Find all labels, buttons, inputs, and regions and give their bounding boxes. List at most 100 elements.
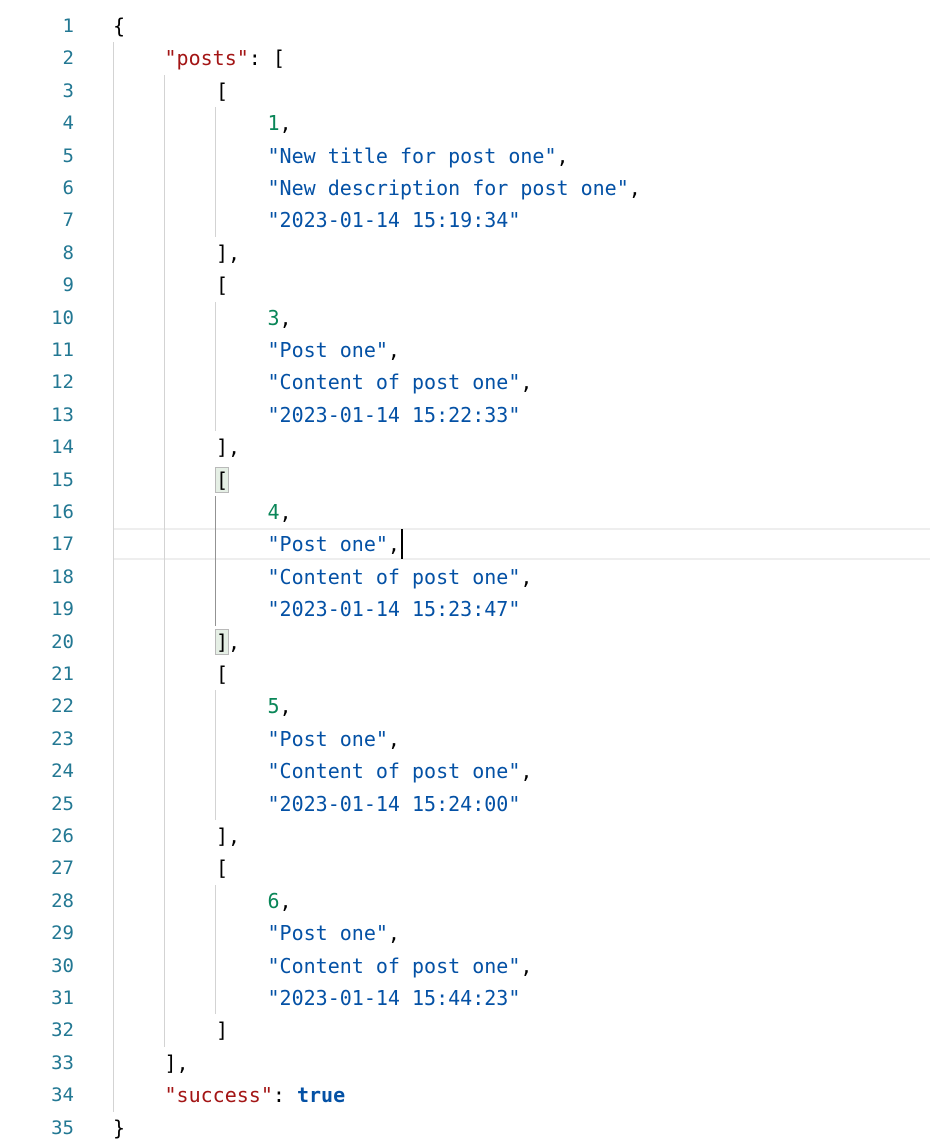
punctuation: ], — [216, 240, 241, 265]
line-number: 5 — [62, 144, 74, 167]
line-number: 33 — [51, 1051, 74, 1074]
line-code: ] — [216, 1014, 228, 1046]
line-code: "success": true — [165, 1079, 346, 1111]
code-line[interactable]: 10 3, — [0, 302, 930, 334]
line-number: 15 — [51, 468, 74, 491]
json-key: "success" — [164, 1083, 273, 1108]
line-code: "New description for post one", — [268, 172, 641, 204]
line-code: "Post one", — [268, 723, 400, 755]
punctuation: ], — [164, 1050, 189, 1075]
matched-bracket: [ — [214, 466, 230, 493]
indent-guide — [215, 496, 216, 626]
code-line[interactable]: 2 "posts": [ — [0, 42, 930, 74]
code-line[interactable]: 23 "Post one", — [0, 723, 930, 755]
code-line[interactable]: 26], — [0, 820, 930, 852]
line-code: [ — [214, 464, 230, 496]
line-number: 6 — [62, 177, 74, 199]
line-code: 6, — [268, 885, 292, 917]
punctuation: , — [520, 564, 533, 589]
punctuation: ], — [216, 435, 241, 460]
code-line[interactable]: 25 "2023-01-14 15:24:00" — [0, 788, 930, 820]
line-code: 5, — [268, 690, 292, 722]
code-line[interactable]: 11 "Post one", — [0, 334, 930, 366]
line-code: [ — [216, 852, 228, 884]
line-number: 14 — [51, 436, 74, 459]
number-value: 6 — [267, 888, 280, 913]
line-code: 3, — [268, 302, 292, 334]
code-line[interactable]: 33], — [0, 1047, 930, 1079]
punctuation: , — [520, 953, 533, 978]
line-code: "Post one", — [268, 528, 400, 560]
code-editor[interactable]: 1{2 "posts": [3[4 1, 5 "New title for post o… — [0, 0, 930, 1148]
code-line[interactable]: 6 "New description for post one", — [0, 172, 930, 204]
line-number: 26 — [51, 825, 74, 847]
line-code: } — [113, 1112, 125, 1144]
line-number: 27 — [51, 857, 74, 880]
line-number: 28 — [51, 889, 74, 912]
line-number: 32 — [51, 1019, 74, 1042]
line-code: ], — [214, 626, 240, 658]
code-line[interactable]: 31 "2023-01-14 15:44:23" — [0, 982, 930, 1014]
line-code: "Post one", — [268, 917, 400, 949]
line-number: 31 — [51, 987, 74, 1009]
line-number: 3 — [62, 79, 74, 102]
line-number: 24 — [51, 760, 74, 783]
number-value: 5 — [267, 694, 280, 719]
line-code: [ — [216, 269, 228, 301]
line-number: 35 — [51, 1116, 74, 1139]
line-number: 8 — [62, 241, 74, 264]
punctuation: : — [272, 1083, 297, 1108]
code-line[interactable]: 21 [ — [0, 658, 930, 690]
code-line[interactable]: 8], — [0, 237, 930, 269]
code-line[interactable]: 14], — [0, 431, 930, 463]
string-value: "2023-01-14 15:24:00" — [267, 791, 521, 816]
line-code: ], — [216, 237, 240, 269]
punctuation: , — [279, 111, 292, 136]
string-value: "Post one" — [267, 726, 388, 751]
code-line[interactable]: 34 "success": true — [0, 1079, 930, 1111]
indent-guide — [215, 690, 216, 820]
code-line[interactable]: 17 "Post one", — [0, 528, 930, 561]
line-number: 17 — [51, 533, 74, 556]
line-code: "Content of post one", — [268, 950, 533, 982]
code-line[interactable]: 18 "Content of post one", — [0, 561, 930, 593]
code-line[interactable]: 15 [ — [0, 464, 930, 496]
code-line[interactable]: 28 6, — [0, 885, 930, 917]
line-code: 1, — [268, 107, 292, 139]
indent-guide — [215, 301, 216, 432]
code-line[interactable]: 13 "2023-01-14 15:22:33" — [0, 399, 930, 431]
code-line[interactable]: 30 "Content of post one", — [0, 950, 930, 982]
code-line[interactable]: 24 "Content of post one", — [0, 755, 930, 787]
string-value: "2023-01-14 15:22:33" — [267, 402, 521, 427]
string-value: "New description for post one" — [267, 176, 629, 200]
line-number: 10 — [51, 306, 74, 329]
code-line[interactable]: 19 "2023-01-14 15:23:47" — [0, 593, 930, 625]
line-number: 16 — [51, 501, 74, 523]
code-line[interactable]: 1{ — [0, 10, 930, 42]
code-line[interactable]: 5 "New title for post one", — [0, 140, 930, 172]
code-line[interactable]: 29 "Post one", — [0, 917, 930, 949]
code-line[interactable]: 35} — [0, 1112, 930, 1144]
string-value: "Content of post one" — [267, 759, 521, 784]
code-line[interactable]: 22 5, — [0, 690, 930, 722]
string-value: "2023-01-14 15:44:23" — [267, 986, 521, 1010]
line-code: "Content of post one", — [268, 366, 533, 398]
line-number: 19 — [51, 598, 74, 621]
punctuation: ] — [216, 1018, 229, 1043]
line-code: "2023-01-14 15:23:47" — [268, 593, 521, 625]
code-line[interactable]: 32] — [0, 1014, 930, 1046]
code-line[interactable]: 9[ — [0, 269, 930, 301]
code-line[interactable]: 3[ — [0, 75, 930, 107]
code-line[interactable]: 27 [ — [0, 852, 930, 884]
line-code: "Content of post one", — [268, 561, 533, 593]
number-value: 3 — [267, 305, 280, 330]
code-line[interactable]: 4 1, — [0, 107, 930, 139]
code-line[interactable]: 7 "2023-01-14 15:19:34" — [0, 204, 930, 236]
punctuation: , — [279, 888, 292, 913]
code-line[interactable]: 12 "Content of post one", — [0, 366, 930, 398]
string-value: "2023-01-14 15:19:34" — [267, 208, 521, 233]
code-line[interactable]: 20], — [0, 626, 930, 658]
line-number: 20 — [51, 630, 74, 653]
code-line[interactable]: 16 4, — [0, 496, 930, 528]
punctuation: , — [520, 370, 533, 395]
